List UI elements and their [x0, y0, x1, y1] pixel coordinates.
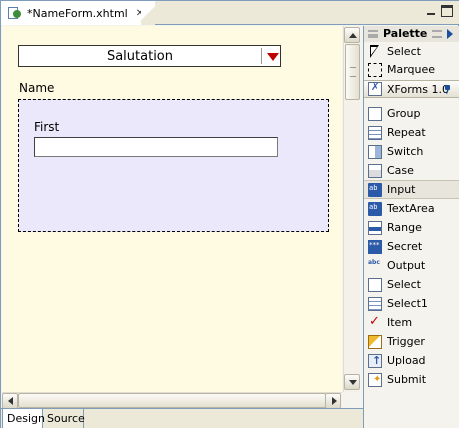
salutation-select[interactable]: Salutation — [18, 45, 281, 67]
palette-item-label: Select — [387, 278, 421, 291]
palette-item-label: Range — [387, 221, 422, 234]
palette-item-label: Repeat — [387, 126, 426, 139]
palette-item-label: Upload — [387, 354, 426, 367]
maximize-icon[interactable] — [441, 5, 453, 17]
secret-icon — [368, 239, 382, 254]
first-input-field[interactable] — [34, 137, 278, 157]
marquee-icon — [368, 62, 382, 77]
palette-header: Palette — [364, 26, 459, 42]
name-group-container[interactable]: First — [18, 99, 329, 232]
xhtml-file-icon — [7, 6, 23, 20]
palette-collapse-icon[interactable] — [447, 29, 453, 39]
palette-tool-select[interactable]: Select — [364, 42, 459, 61]
palette-item-case[interactable]: Case — [364, 161, 459, 180]
xforms-icon — [368, 82, 382, 96]
name-group-label: Name — [19, 81, 55, 95]
scroll-up-button[interactable] — [344, 27, 360, 43]
range-icon — [368, 220, 382, 235]
palette-title: Palette — [383, 27, 428, 40]
palette-item-label: Secret — [387, 240, 423, 253]
palette-item-label: Submit — [387, 373, 427, 386]
select-separator — [261, 48, 262, 64]
output-icon — [368, 259, 382, 273]
minimize-icon[interactable] — [425, 5, 437, 17]
palette-drawer-xforms[interactable]: XForms 1.0 — [364, 80, 459, 98]
palette-grip-right-icon[interactable] — [432, 30, 442, 38]
salutation-select-value: Salutation — [106, 49, 174, 64]
horizontal-scroll-thumb[interactable] — [18, 393, 326, 408]
palette-item-range[interactable]: Range — [364, 218, 459, 237]
palette-item-label: Output — [387, 259, 426, 272]
palette-panel: Palette Select Marquee XForms 1.0 Group … — [363, 26, 459, 428]
editor-tab-strip: *NameForm.xhtml ✕ — [1, 1, 459, 25]
arrow-pointer-icon — [368, 44, 382, 59]
tab-design[interactable]: Design — [2, 409, 45, 428]
vertical-scroll-thumb[interactable] — [345, 44, 360, 100]
case-icon — [368, 163, 382, 178]
select1-icon — [368, 296, 382, 311]
palette-item-item[interactable]: Item — [364, 313, 459, 332]
palette-item-select1[interactable]: Select1 — [364, 294, 459, 313]
select-icon — [368, 277, 382, 292]
first-input-label: First — [34, 120, 60, 134]
palette-item-label: Group — [387, 107, 421, 120]
editor-mode-tabs: Design Source — [1, 408, 363, 428]
palette-item-label: Input — [387, 183, 416, 196]
palette-item-textarea[interactable]: TextArea — [364, 199, 459, 218]
vertical-scrollbar[interactable] — [343, 26, 360, 392]
horizontal-scrollbar[interactable] — [2, 392, 342, 409]
palette-item-select[interactable]: Select — [364, 275, 459, 294]
palette-item-label: TextArea — [387, 202, 435, 215]
palette-item-label: Item — [387, 316, 413, 329]
input-icon — [368, 182, 382, 197]
scroll-right-button[interactable] — [325, 393, 341, 409]
tab-slant-divider — [141, 1, 155, 25]
palette-item-output[interactable]: Output — [364, 256, 459, 275]
palette-item-switch[interactable]: Switch — [364, 142, 459, 161]
palette-item-label: Case — [387, 164, 414, 177]
palette-item-label: Switch — [387, 145, 424, 158]
palette-item-label: Select1 — [387, 297, 428, 310]
submit-icon — [368, 372, 382, 387]
repeat-icon — [368, 125, 382, 140]
editor-window: *NameForm.xhtml ✕ Salutation Name First … — [0, 0, 459, 428]
editor-tab-nameform[interactable]: *NameForm.xhtml ✕ — [1, 1, 149, 25]
palette-tool-label: Select — [387, 45, 421, 58]
palette-drawer-label: XForms 1.0 — [387, 82, 449, 96]
palette-item-input[interactable]: Input — [364, 180, 459, 199]
palette-item-upload[interactable]: Upload — [364, 351, 459, 370]
editor-tab-title: *NameForm.xhtml — [27, 6, 128, 20]
palette-item-label: Trigger — [387, 335, 425, 348]
upload-icon — [368, 353, 382, 368]
palette-item-trigger[interactable]: Trigger — [364, 332, 459, 351]
textarea-icon — [368, 201, 382, 216]
scroll-left-button[interactable] — [2, 393, 18, 409]
palette-item-group[interactable]: Group — [364, 104, 459, 123]
palette-item-secret[interactable]: Secret — [364, 237, 459, 256]
design-canvas[interactable]: Salutation Name First — [2, 26, 342, 392]
tab-source[interactable]: Source — [43, 409, 85, 428]
palette-tool-marquee[interactable]: Marquee — [364, 60, 459, 79]
trigger-icon — [368, 334, 382, 349]
switch-icon — [368, 144, 382, 159]
scroll-down-button[interactable] — [344, 374, 360, 390]
palette-item-repeat[interactable]: Repeat — [364, 123, 459, 142]
item-check-icon — [368, 314, 382, 330]
palette-grip-icon[interactable] — [368, 30, 378, 38]
palette-item-submit[interactable]: Submit — [364, 370, 459, 389]
pin-icon[interactable] — [444, 85, 452, 93]
palette-tool-label: Marquee — [387, 63, 436, 76]
dropdown-arrow-icon[interactable] — [267, 53, 279, 61]
group-icon — [368, 106, 382, 121]
